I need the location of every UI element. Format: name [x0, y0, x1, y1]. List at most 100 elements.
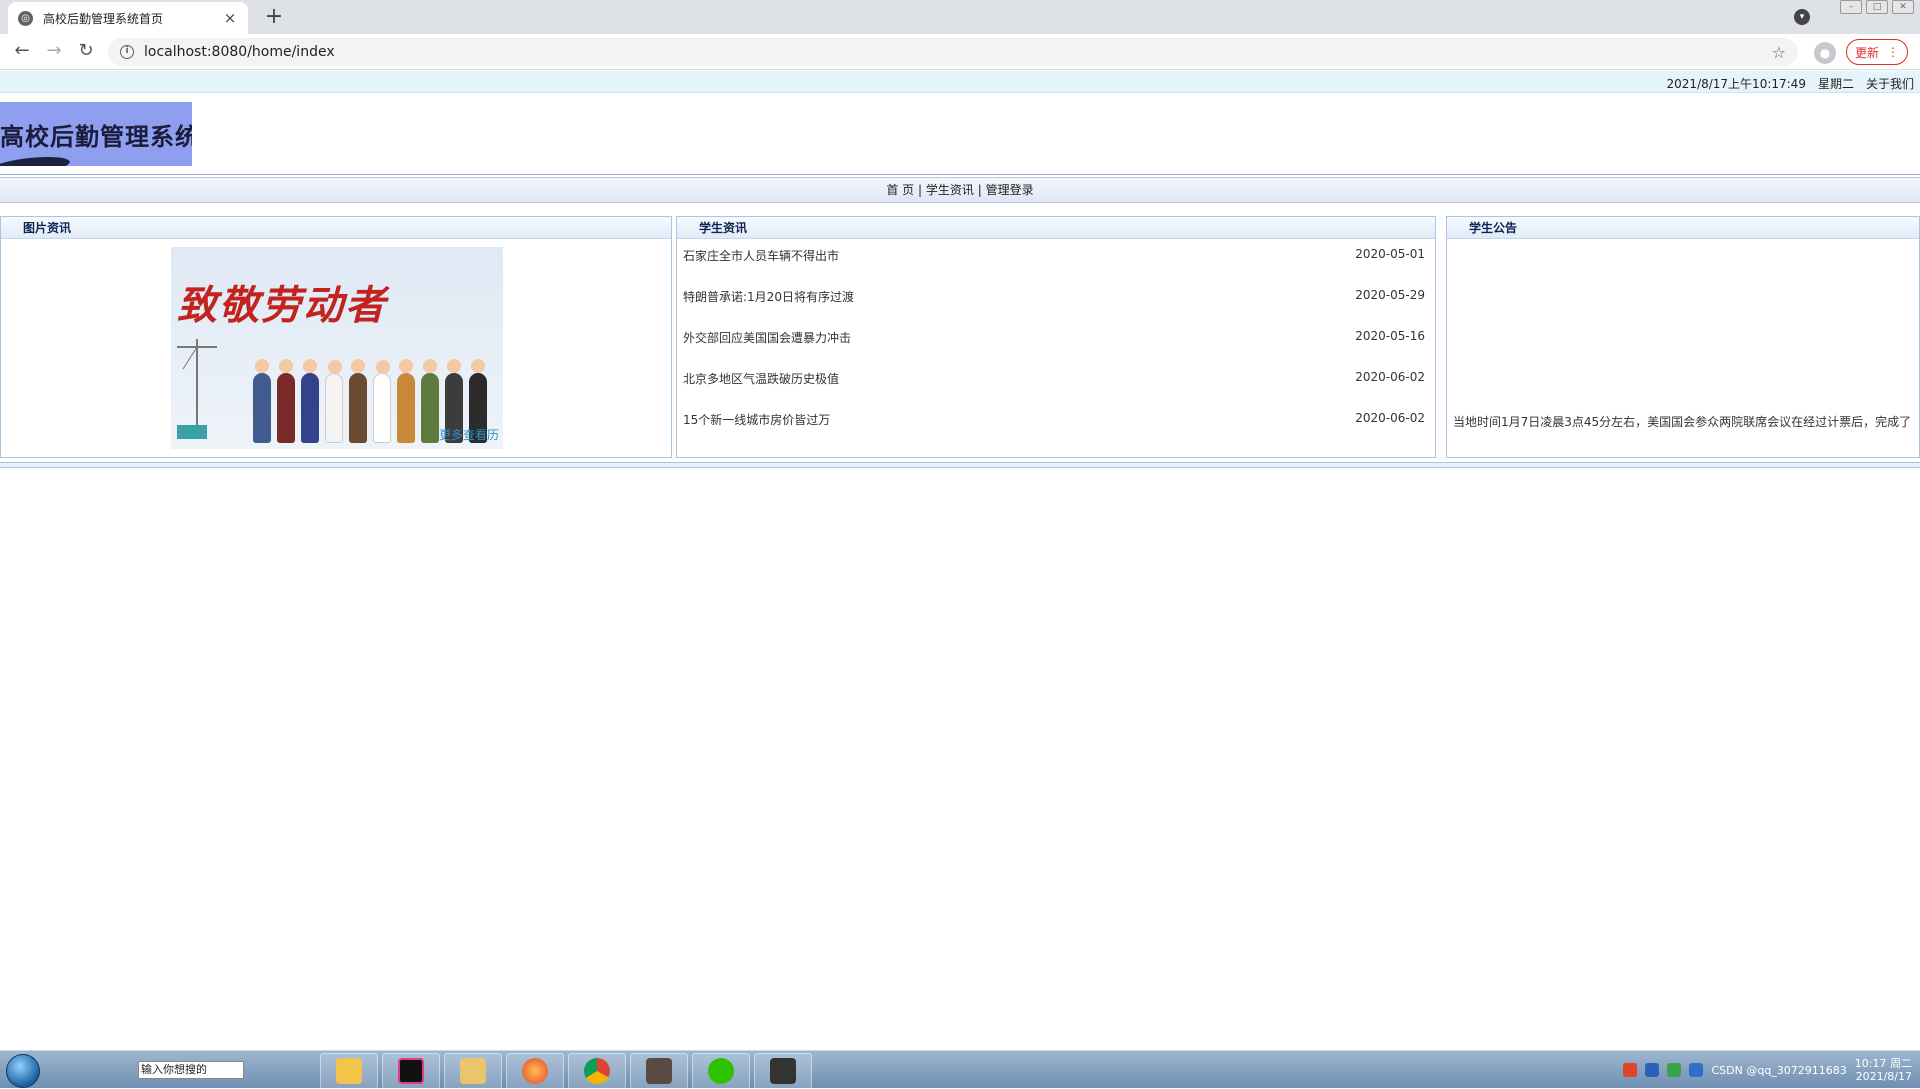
sogou-ime-icon[interactable] — [1623, 1063, 1638, 1077]
current-weekday: 星期二 — [1817, 77, 1854, 91]
worker-figure — [373, 360, 391, 443]
info-tray-icon[interactable] — [1689, 1063, 1704, 1077]
news-date: 2020-05-16 — [1355, 329, 1425, 343]
tab-search-icon[interactable]: ▾ — [1794, 9, 1810, 25]
browser-tabstrip: ◎ 高校后勤管理系统首页 × + ▾ – □ ✕ — [0, 0, 1920, 34]
reload-button[interactable]: ↻ — [74, 40, 98, 64]
media-app-icon — [646, 1058, 672, 1084]
menu-dots-icon: ⋮ — [1887, 45, 1899, 59]
site-logo[interactable]: 高校后勤管理系统 — [0, 102, 192, 166]
news-title[interactable]: 北京多地区气温跌破历史极值 — [683, 370, 839, 387]
battery-icon[interactable] — [1667, 1063, 1682, 1077]
browser-toolbar: ← → ↻ i localhost:8080/home/index ☆ ● 更新… — [0, 34, 1920, 70]
panel-title: 学生资讯 — [677, 217, 1435, 239]
maximize-button[interactable]: □ — [1866, 0, 1888, 14]
worker-figure — [421, 359, 439, 443]
window-controls: – □ ✕ — [1840, 0, 1914, 16]
worker-figure — [349, 359, 367, 443]
taskbar-app-explorer[interactable] — [444, 1053, 502, 1089]
forward-button[interactable]: → — [42, 40, 66, 64]
taskbar-app-tool[interactable] — [754, 1053, 812, 1089]
page-topbar: 2021/8/17上午10:17:49 星期二 关于我们 — [0, 71, 1920, 93]
notice-marquee[interactable]: 当地时间1月7日凌晨3点45分左右，美国国会参众两院联席会议在经过计票后，完成了 — [1453, 413, 1913, 429]
taskbar-app-folder[interactable] — [320, 1053, 378, 1089]
address-bar[interactable]: i localhost:8080/home/index ☆ — [108, 38, 1798, 66]
update-label: 更新 — [1854, 45, 1879, 60]
nav-home[interactable]: 首 页 — [886, 183, 914, 197]
nav-admin-login[interactable]: 管理登录 — [986, 183, 1034, 197]
news-date: 2020-06-02 — [1355, 411, 1425, 425]
worker-figure — [277, 359, 295, 443]
news-title[interactable]: 15个新一线城市房价皆过万 — [683, 411, 830, 428]
main-nav: 首 页 | 学生资讯 | 管理登录 — [0, 177, 1920, 203]
tab-title: 高校后勤管理系统首页 — [43, 11, 164, 26]
taskbar-app-wechat[interactable] — [692, 1053, 750, 1089]
poster-image[interactable]: 致敬劳动者 更多查看历 — [171, 247, 503, 449]
news-item[interactable]: 特朗普承诺:1月20日将有序过渡 2020-05-29 — [683, 288, 1425, 329]
panel-title: 学生公告 — [1447, 217, 1919, 239]
close-tab-icon[interactable]: × — [222, 10, 238, 26]
about-us-link[interactable]: 关于我们 — [1866, 75, 1914, 92]
news-list: 石家庄全市人员车辆不得出市 2020-05-01 特朗普承诺:1月20日将有序过… — [683, 247, 1425, 452]
student-news-panel: 学生资讯 石家庄全市人员车辆不得出市 2020-05-01 特朗普承诺:1月20… — [676, 216, 1436, 458]
info-icon[interactable]: i — [120, 45, 134, 59]
nav-student-news[interactable]: 学生资讯 — [926, 183, 974, 197]
news-title[interactable]: 外交部回应美国国会遭暴力冲击 — [683, 329, 851, 346]
picture-news-panel: 图片资讯 致敬劳动者 更多查看历 — [0, 216, 672, 458]
taskbar-clock[interactable]: 10:17 周二 2021/8/17 — [1855, 1057, 1912, 1083]
chrome-icon — [584, 1058, 610, 1084]
globe-icon: ◎ — [18, 10, 33, 26]
logo-swoosh — [0, 153, 71, 166]
back-button[interactable]: ← — [10, 40, 34, 64]
news-title[interactable]: 石家庄全市人员车辆不得出市 — [683, 247, 839, 264]
current-datetime: 2021/8/17上午10:17:49 — [1666, 77, 1806, 91]
poster-watermark: 更多查看历 — [438, 428, 499, 442]
close-window-button[interactable]: ✕ — [1892, 0, 1914, 14]
taskbar-app-chrome[interactable] — [568, 1053, 626, 1089]
folder-icon — [336, 1058, 362, 1084]
firefox-icon — [522, 1058, 548, 1084]
csdn-watermark: CSDN @qq_3072911683 — [1711, 1063, 1847, 1077]
taskbar-search-input[interactable]: 输入你想搜的 — [138, 1061, 244, 1079]
clock-date: 2021/8/17 — [1855, 1070, 1912, 1083]
news-date: 2020-05-29 — [1355, 288, 1425, 302]
student-notice-panel: 学生公告 当地时间1月7日凌晨3点45分左右，美国国会参众两院联席会议在经过计票… — [1446, 216, 1920, 458]
os-taskbar: 输入你想搜的 CSDN @qq_3072911683 10:17 周二 2021… — [0, 1050, 1920, 1089]
news-item[interactable]: 15个新一线城市房价皆过万 2020-06-02 — [683, 411, 1425, 452]
system-tray: CSDN @qq_3072911683 10:17 周二 2021/8/17 — [1623, 1055, 1912, 1085]
bookmark-star-icon[interactable]: ☆ — [1772, 43, 1786, 62]
file-explorer-icon — [460, 1058, 486, 1084]
wechat-icon — [708, 1058, 734, 1084]
start-button[interactable] — [6, 1054, 40, 1088]
worker-figure — [253, 359, 271, 443]
help-icon[interactable] — [1645, 1063, 1660, 1077]
worker-figure — [397, 359, 415, 443]
news-item[interactable]: 石家庄全市人员车辆不得出市 2020-05-01 — [683, 247, 1425, 288]
update-button[interactable]: 更新 ⋮ — [1846, 39, 1908, 65]
news-item[interactable]: 外交部回应美国国会遭暴力冲击 2020-05-16 — [683, 329, 1425, 370]
news-title[interactable]: 特朗普承诺:1月20日将有序过渡 — [683, 288, 854, 305]
page-header: 高校后勤管理系统 — [0, 93, 1920, 175]
news-date: 2020-05-01 — [1355, 247, 1425, 261]
crane-icon — [177, 339, 217, 439]
clock-time: 10:17 周二 — [1854, 1057, 1912, 1070]
taskbar-app-media[interactable] — [630, 1053, 688, 1089]
panel-title: 图片资讯 — [1, 217, 671, 239]
taskbar-app-intellij[interactable] — [382, 1053, 440, 1089]
worker-figure — [301, 359, 319, 443]
news-date: 2020-06-02 — [1355, 370, 1425, 384]
taskbar-app-firefox[interactable] — [506, 1053, 564, 1089]
logo-text: 高校后勤管理系统 — [0, 122, 192, 151]
intellij-icon — [398, 1058, 424, 1084]
worker-figure — [325, 360, 343, 443]
profile-icon[interactable]: ● — [1814, 42, 1836, 64]
browser-tab-active[interactable]: ◎ 高校后勤管理系统首页 × — [8, 2, 248, 34]
nav-separator: | — [918, 183, 923, 197]
news-item[interactable]: 北京多地区气温跌破历史极值 2020-06-02 — [683, 370, 1425, 411]
footer-divider — [0, 462, 1920, 468]
minimize-button[interactable]: – — [1840, 0, 1862, 14]
new-tab-button[interactable]: + — [260, 4, 288, 32]
poster-title: 致敬劳动者 — [177, 282, 387, 329]
url-text[interactable]: localhost:8080/home/index — [144, 44, 1772, 60]
tool-app-icon — [770, 1058, 796, 1084]
